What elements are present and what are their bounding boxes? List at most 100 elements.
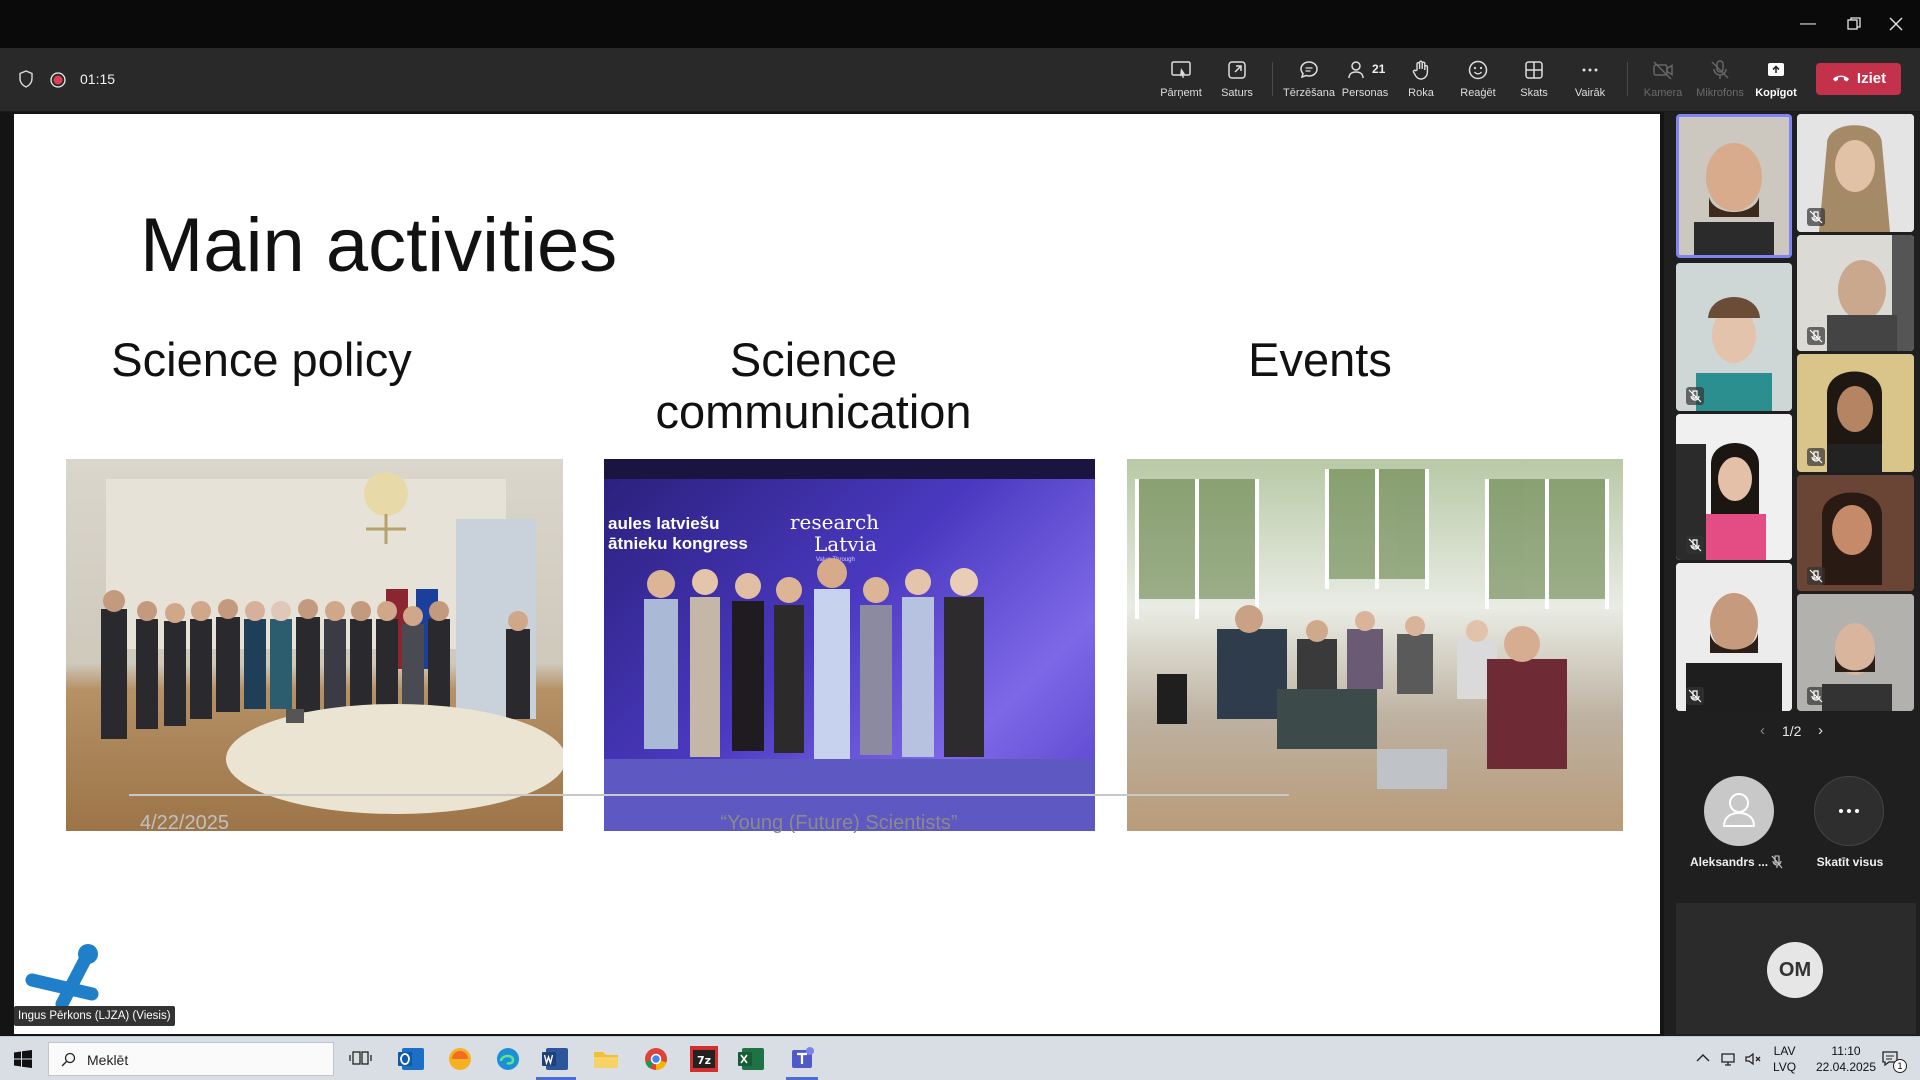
video-tile[interactable] (1797, 594, 1914, 711)
language-code: LAV (1773, 1044, 1796, 1058)
slide-date: 4/22/2025 (140, 812, 229, 834)
word-icon[interactable] (536, 1043, 576, 1075)
windows-taskbar: Meklēt 7z LAV LVQ 11:10 22.04.2025 1 (0, 1036, 1920, 1080)
window-titlebar: — (0, 0, 1920, 48)
slide-title: Main activities (140, 203, 618, 288)
share-screen-icon (1768, 63, 1784, 76)
meeting-toolbar: 01:15 (0, 48, 1920, 112)
microphone-button[interactable]: Mikrofons (1691, 56, 1749, 106)
outlook-icon[interactable] (392, 1043, 432, 1075)
participant-pager: 1/2 (1782, 723, 1802, 739)
restore-icon[interactable] (1831, 10, 1877, 38)
7zip-icon[interactable]: 7z (684, 1043, 724, 1075)
mic-muted-icon (1771, 855, 1783, 869)
network-icon[interactable] (1720, 1050, 1738, 1068)
more-button[interactable]: Vairāk (1561, 56, 1619, 106)
more-label: Vairāk (1574, 87, 1606, 99)
teams-icon[interactable] (782, 1043, 822, 1075)
grid-icon (1525, 61, 1543, 79)
mic-off-icon (1711, 60, 1729, 79)
self-avatar-initials: OM (1767, 942, 1823, 998)
people-button[interactable]: 21 Personas (1336, 56, 1394, 106)
leave-label: Iziet (1856, 70, 1887, 87)
sticky-app-icon[interactable] (440, 1043, 480, 1075)
task-view-icon[interactable] (340, 1043, 380, 1075)
raise-hand-button[interactable]: Roka (1392, 56, 1450, 106)
toolbar-divider (1272, 62, 1273, 96)
camera-label: Kamera (1643, 87, 1683, 99)
chevron-up-icon[interactable] (1696, 1053, 1710, 1063)
video-tile[interactable] (1797, 235, 1914, 351)
see-all-label: Skatīt visus (1816, 855, 1884, 869)
chat-button[interactable]: Tērzēšana (1280, 56, 1338, 106)
file-explorer-icon[interactable] (586, 1043, 626, 1075)
video-tile[interactable] (1676, 563, 1792, 711)
edge-icon[interactable] (488, 1043, 528, 1075)
see-all-button[interactable] (1814, 776, 1884, 846)
participant-avatar[interactable] (1704, 776, 1774, 846)
presenter-name-tag: Ingus Pērkons (LJZA) (Viesis) (14, 1006, 175, 1026)
more-icon (1839, 809, 1859, 813)
raise-hand-label: Roka (1408, 87, 1434, 99)
share-button[interactable]: Kopīgot (1747, 56, 1805, 106)
clock-time: 11:10 (1831, 1044, 1861, 1058)
video-tile[interactable] (1797, 114, 1914, 232)
self-view-tile: OM (1676, 903, 1916, 1034)
excel-icon[interactable] (732, 1043, 772, 1075)
view-button[interactable]: Skats (1505, 56, 1563, 106)
clock-date: 22.04.2025 (1815, 1060, 1877, 1074)
chat-label: Tērzēšana (1283, 87, 1335, 99)
people-label: Personas (1341, 87, 1389, 99)
react-label: Reaģēt (1460, 87, 1496, 99)
slide-heading-communication-2: communication (655, 385, 972, 438)
mic-muted-icon (1686, 387, 1704, 405)
content-button[interactable]: Saturs (1208, 56, 1266, 106)
taskbar-clock[interactable]: 11:10 22.04.2025 (1806, 1043, 1886, 1075)
share-content-icon (1228, 61, 1246, 79)
photo-science-communication: aules latviešu ātnieku kongress research… (604, 459, 1095, 831)
mic-muted-icon (1686, 687, 1704, 705)
person-icon (1722, 793, 1756, 827)
slide-footer-text: “Young (Future) Scientists” (720, 812, 958, 834)
video-tile-active-speaker[interactable] (1676, 114, 1792, 258)
mic-muted-icon (1807, 208, 1825, 226)
speaker-muted-icon[interactable] (1744, 1050, 1762, 1068)
smile-icon (1468, 60, 1488, 80)
slide-footer-rule (129, 794, 1289, 796)
people-count: 21 (1372, 62, 1386, 76)
hang-up-icon (1832, 75, 1849, 82)
photo-science-policy (66, 459, 563, 831)
participant-name: Aleksandrs ... (1690, 855, 1769, 869)
video-tile[interactable] (1676, 414, 1792, 560)
taskbar-search-box[interactable]: Meklēt (48, 1042, 334, 1076)
search-icon (61, 1052, 76, 1067)
notification-count-badge: 1 (1893, 1059, 1907, 1073)
mic-muted-icon (1686, 536, 1704, 554)
camera-button[interactable]: Kamera (1634, 56, 1692, 106)
close-icon[interactable] (1873, 10, 1919, 38)
takeover-button[interactable]: Pārņemt (1152, 56, 1210, 106)
meeting-timer: 01:15 (80, 71, 116, 87)
presentation-slide: Main activities Science policy Science c… (14, 114, 1660, 1034)
mic-muted-icon (1807, 327, 1825, 345)
page-next-icon[interactable]: › (1818, 722, 1823, 739)
chrome-icon[interactable] (636, 1043, 676, 1075)
hand-icon (1412, 60, 1429, 80)
input-language[interactable]: LAV LVQ (1773, 1043, 1796, 1075)
shield-icon (19, 70, 33, 88)
takeover-label: Pārņemt (1160, 87, 1202, 99)
leave-button[interactable]: Iziet (1816, 63, 1901, 95)
chat-icon (1300, 61, 1318, 79)
content-label: Saturs (1221, 87, 1253, 99)
share-label: Kopīgot (1755, 87, 1797, 99)
video-tile[interactable] (1797, 354, 1914, 472)
slide-heading-policy: Science policy (111, 333, 412, 386)
photo-events (1127, 459, 1623, 831)
page-prev-icon[interactable]: ‹ (1760, 722, 1765, 739)
video-tile[interactable] (1797, 475, 1914, 591)
windows-start-icon[interactable] (14, 1050, 32, 1068)
minimize-icon[interactable]: — (1785, 10, 1831, 38)
video-tile[interactable] (1676, 263, 1792, 411)
present-screen-icon (1171, 61, 1191, 78)
react-button[interactable]: Reaģēt (1449, 56, 1507, 106)
